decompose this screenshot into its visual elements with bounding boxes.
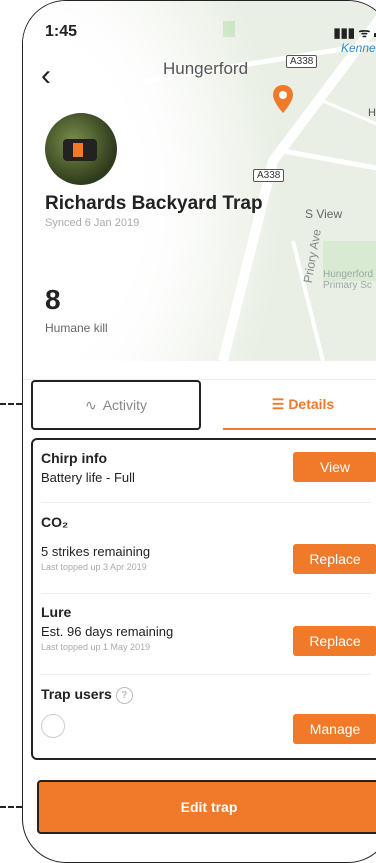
map-street-label: Kennet bbox=[341, 41, 376, 55]
divider bbox=[41, 674, 371, 675]
annotation-line-tabs bbox=[0, 403, 22, 405]
map-pin-icon[interactable] bbox=[273, 85, 293, 113]
map-street-label: S View bbox=[305, 207, 343, 221]
pulse-icon: ∿ bbox=[84, 396, 97, 413]
tab-details[interactable]: ☰ Details bbox=[223, 380, 376, 430]
list-icon: ☰ bbox=[271, 395, 285, 412]
kill-count-label: Humane kill bbox=[45, 321, 108, 335]
tab-activity-label: Activity bbox=[102, 397, 148, 413]
tab-bar: ∿ Activity ☰ Details bbox=[23, 379, 376, 432]
annotation-line-edit bbox=[0, 806, 22, 808]
view-button[interactable]: View bbox=[293, 452, 376, 482]
trap-users-label: Trap users bbox=[41, 686, 112, 702]
trap-users-title: Trap users? bbox=[41, 686, 371, 704]
map-street-label: Hung bbox=[368, 107, 376, 119]
lure-title: Lure bbox=[41, 604, 72, 620]
road-badge: A338 bbox=[286, 55, 318, 68]
replace-co2-button[interactable]: Replace bbox=[293, 544, 376, 574]
details-panel: Chirp info Battery life - Full View CO₂ … bbox=[31, 438, 376, 760]
divider bbox=[41, 593, 371, 594]
road-badge: A338 bbox=[253, 169, 285, 182]
back-chevron-icon[interactable]: ‹ bbox=[41, 61, 51, 91]
edit-trap-button[interactable]: Edit trap bbox=[37, 780, 376, 834]
status-icons: ▮▮▮ ᯤ ▬ bbox=[333, 25, 376, 40]
trap-photo bbox=[45, 113, 117, 185]
trap-name: Richards Backyard Trap bbox=[45, 193, 263, 214]
co2-title: CO₂ bbox=[41, 514, 69, 530]
user-avatar-icon bbox=[41, 713, 65, 738]
tab-activity[interactable]: ∿ Activity bbox=[31, 380, 201, 430]
map-town-label: Hungerford bbox=[163, 59, 249, 78]
status-time: 1:45 bbox=[45, 23, 78, 40]
kill-count: 8 bbox=[45, 284, 61, 315]
divider bbox=[41, 502, 371, 503]
help-icon[interactable]: ? bbox=[115, 686, 133, 704]
map-street-label: Hungerford Primary Sc bbox=[323, 269, 374, 291]
phone-frame: Hungerford A338 A338 S View Priory Ave H… bbox=[22, 0, 376, 863]
manage-button[interactable]: Manage bbox=[293, 714, 376, 744]
sync-date: Synced 6 Jan 2019 bbox=[45, 217, 140, 229]
tab-details-label: Details bbox=[288, 396, 335, 412]
replace-lure-button[interactable]: Replace bbox=[293, 626, 376, 656]
